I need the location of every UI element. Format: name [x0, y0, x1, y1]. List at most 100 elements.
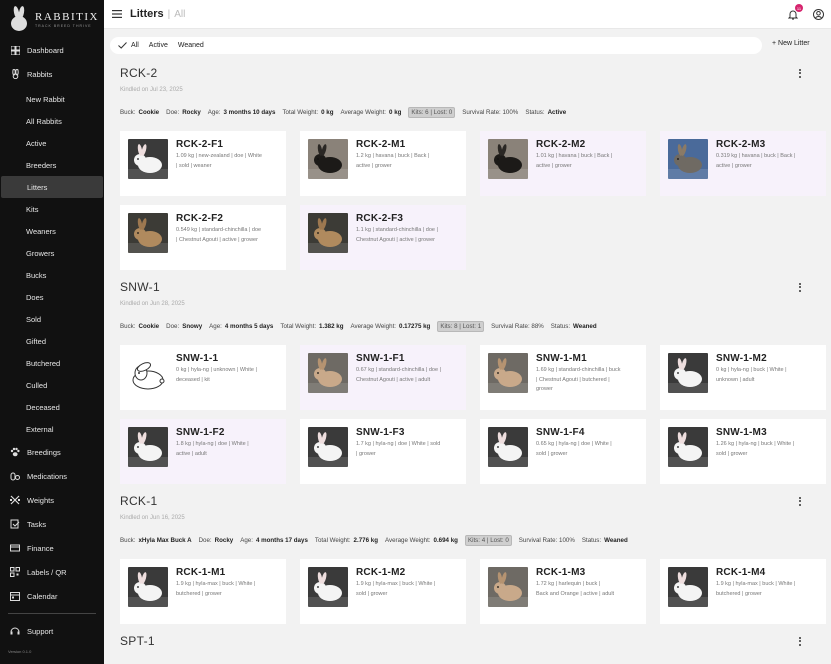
total-weight-label: Total Weight:	[282, 109, 319, 116]
kit-card[interactable]: RCK-2-F2 0.549 kg | standard-chinchilla |…	[120, 205, 286, 270]
sidebar-sub-bucks[interactable]: Bucks	[0, 264, 104, 286]
sidebar-item-finance[interactable]: Finance	[0, 536, 104, 560]
sidebar-sub-does[interactable]: Does	[0, 286, 104, 308]
kit-card[interactable]: RCK-1-M3 1.72 kg | harlequin | buck | Back…	[480, 559, 646, 624]
sidebar-sub-litters[interactable]: Litters	[1, 176, 103, 198]
more-options-icon[interactable]	[795, 67, 805, 79]
kit-card[interactable]: RCK-1-M1 1.9 kg | hyla-max | buck | White…	[120, 559, 286, 624]
rabbit-photo	[308, 353, 348, 393]
app-version: Version 0.1.0	[8, 649, 32, 654]
app-logo[interactable]: RABBITIX TRACK BREED THRIVE	[0, 0, 104, 38]
sidebar-sub-butchered[interactable]: Butchered	[0, 352, 104, 374]
kit-details: 1.8 kg | hyla-ng | doe | White | active |…	[176, 441, 249, 457]
sidebar-sub-deceased[interactable]: Deceased	[0, 396, 104, 418]
doe-value[interactable]: Rocky	[215, 537, 234, 544]
doe-value[interactable]: Rocky	[182, 109, 201, 116]
new-litter-button[interactable]: + New Litter	[772, 40, 810, 47]
sidebar-sub-gifted[interactable]: Gifted	[0, 330, 104, 352]
kit-details: 1.69 kg | standard-chinchilla | buck | Ch…	[536, 367, 621, 392]
sidebar-sub-active[interactable]: Active	[0, 132, 104, 154]
sidebar-sub-growers[interactable]: Growers	[0, 242, 104, 264]
kit-card[interactable]: SNW-1-1 0 kg | hyla-ng | unknown | White …	[120, 345, 286, 410]
sidebar-item-support[interactable]: Support	[0, 619, 104, 643]
filter-all-chip[interactable]: All	[118, 42, 139, 49]
more-options-icon[interactable]	[795, 495, 805, 507]
kit-card[interactable]: SNW-1-F1 0.67 kg | standard-chinchilla | …	[300, 345, 466, 410]
kit-name: SNW-1-M2	[716, 353, 767, 364]
kit-card[interactable]: SNW-1-M3 1.26 kg | hyla-ng | buck | White…	[660, 419, 826, 484]
kit-details: 1.09 kg | new-zealand | doe | White | sol…	[176, 153, 262, 169]
more-options-icon[interactable]	[795, 281, 805, 293]
sidebar-sub-weaners[interactable]: Weaners	[0, 220, 104, 242]
account-icon[interactable]	[813, 8, 824, 20]
weight-icon	[10, 495, 20, 505]
medication-icon	[10, 471, 20, 481]
sidebar-sub-new-rabbit[interactable]: New Rabbit	[0, 88, 104, 110]
kits-lost-badge: Kits: 8 | Lost: 1	[437, 321, 485, 332]
status-value: Weaned	[573, 323, 597, 330]
sidebar-item-tasks[interactable]: Tasks	[0, 512, 104, 536]
sidebar-sub-breeders[interactable]: Breeders	[0, 154, 104, 176]
breadcrumb[interactable]: All	[174, 9, 185, 20]
sidebar-item-label: Rabbits	[27, 69, 53, 79]
kit-card[interactable]: SNW-1-M1 1.69 kg | standard-chinchilla | …	[480, 345, 646, 410]
kit-card[interactable]: RCK-2-M2 1.01 kg | havana | buck | Back |…	[480, 131, 646, 196]
kindled-date: Kindled on Jun 16, 2025	[120, 515, 185, 521]
kit-name: SNW-1-1	[176, 353, 219, 364]
kit-card[interactable]: SNW-1-F2 1.8 kg | hyla-ng | doe | White |…	[120, 419, 286, 484]
sidebar-sub-all-rabbits[interactable]: All Rabbits	[0, 110, 104, 132]
notifications-button[interactable]: 11	[787, 4, 803, 20]
dashboard-icon	[10, 45, 20, 55]
sidebar-sub-sold[interactable]: Sold	[0, 308, 104, 330]
kit-card[interactable]: RCK-2-M3 0.319 kg | havana | buck | Back …	[660, 131, 826, 196]
brand-tagline: TRACK BREED THRIVE	[35, 23, 92, 28]
kit-card[interactable]: RCK-2-F3 1.1 kg | standard-chinchilla | d…	[300, 205, 466, 270]
rabbit-photo	[128, 427, 168, 467]
filter-weaned-chip[interactable]: Weaned	[178, 42, 204, 49]
sidebar-item-weights[interactable]: Weights	[0, 488, 104, 512]
menu-icon[interactable]	[111, 8, 123, 20]
total-weight-value: 1.382 kg	[319, 323, 344, 330]
sidebar-sub-kits[interactable]: Kits	[0, 198, 104, 220]
sidebar-item-medications[interactable]: Medications	[0, 464, 104, 488]
sidebar-item-labels-qr[interactable]: Labels / QR	[0, 560, 104, 584]
buck-value[interactable]: xHyla Max Buck A	[138, 537, 191, 544]
average-weight-label: Average Weight:	[384, 537, 431, 544]
status-label: Status:	[581, 537, 602, 544]
buck-value[interactable]: Cookie	[138, 109, 159, 116]
kit-card[interactable]: RCK-2-F1 1.09 kg | new-zealand | doe | Wh…	[120, 131, 286, 196]
kit-details: 1.2 kg | havana | buck | Back | active | …	[356, 153, 430, 169]
rabbit-photo	[308, 139, 348, 179]
sidebar-nav: Dashboard Rabbits	[0, 38, 104, 86]
sidebar-item-calendar[interactable]: Calendar	[0, 584, 104, 608]
kit-details: 0.65 kg | hyla-ng | doe | White | sold | …	[536, 441, 612, 457]
buck-value[interactable]: Cookie	[138, 323, 159, 330]
rabbit-photo	[488, 139, 528, 179]
sidebar-item-dashboard[interactable]: Dashboard	[0, 38, 104, 62]
rabbit-photo	[128, 139, 168, 179]
filter-active-chip[interactable]: Active	[149, 42, 168, 49]
survival-rate: Survival Rate: 88%	[491, 323, 544, 330]
kit-card[interactable]: SNW-1-F3 1.7 kg | hyla-ng | doe | White |…	[300, 419, 466, 484]
litter-title[interactable]: RCK-1	[120, 494, 158, 508]
sidebar-item-breedings[interactable]: Breedings	[0, 440, 104, 464]
sidebar-sub-culled[interactable]: Culled	[0, 374, 104, 396]
litter-title[interactable]: SPT-1	[120, 634, 155, 648]
sidebar-item-rabbits[interactable]: Rabbits	[0, 62, 104, 86]
kit-card[interactable]: RCK-1-M2 1.9 kg | hyla-max | buck | White…	[300, 559, 466, 624]
kit-details: 1.1 kg | standard-chinchilla | doe | Ches…	[356, 227, 438, 243]
sidebar-item-label: Weights	[27, 495, 54, 505]
sidebar-sub-external[interactable]: External	[0, 418, 104, 440]
kit-name: RCK-2-F1	[176, 139, 224, 150]
kit-card[interactable]: SNW-1-F4 0.65 kg | hyla-ng | doe | White …	[480, 419, 646, 484]
kit-card[interactable]: SNW-1-M2 0 kg | hyla-ng | buck | White | u…	[660, 345, 826, 410]
kit-card[interactable]: RCK-2-M1 1.2 kg | havana | buck | Back | a…	[300, 131, 466, 196]
kit-card[interactable]: RCK-1-M4 1.9 kg | hyla-max | buck | White…	[660, 559, 826, 624]
rabbit-photo	[488, 427, 528, 467]
age-label: Age:	[207, 109, 221, 116]
doe-value[interactable]: Snowy	[182, 323, 202, 330]
litter-title[interactable]: RCK-2	[120, 66, 158, 80]
more-options-icon[interactable]	[795, 635, 805, 647]
litter-title[interactable]: SNW-1	[120, 280, 160, 294]
total-weight-value: 2.776 kg	[353, 537, 378, 544]
